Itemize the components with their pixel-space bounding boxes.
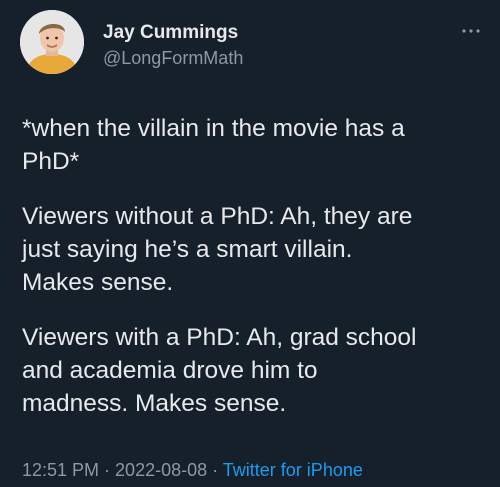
tweet-text-paragraph: Viewers without a PhD: Ah, they are just… [22,203,413,296]
tweet-text-paragraph: Viewers with a PhD: Ah, grad school and … [22,324,417,417]
author-handle[interactable]: @LongFormMath [103,47,243,69]
profile-photo-icon [20,10,84,74]
more-options-icon[interactable] [456,24,486,38]
tweet-source-link[interactable]: Twitter for iPhone [223,460,363,480]
tweet-text-paragraph: *when the villain in the movie has a PhD… [22,115,405,175]
avatar[interactable] [20,10,84,74]
tweet-date[interactable]: 2022-08-08 [115,460,207,480]
tweet-metadata: 12:51 PM · 2022-08-08 · Twitter for iPho… [22,459,363,481]
tweet-time[interactable]: 12:51 PM [22,460,99,480]
tweet-card: Jay Cummings @LongFormMath *when the vil… [0,0,500,487]
author-name[interactable]: Jay Cummings [103,22,238,44]
separator: · [207,460,223,480]
separator: · [99,460,116,480]
